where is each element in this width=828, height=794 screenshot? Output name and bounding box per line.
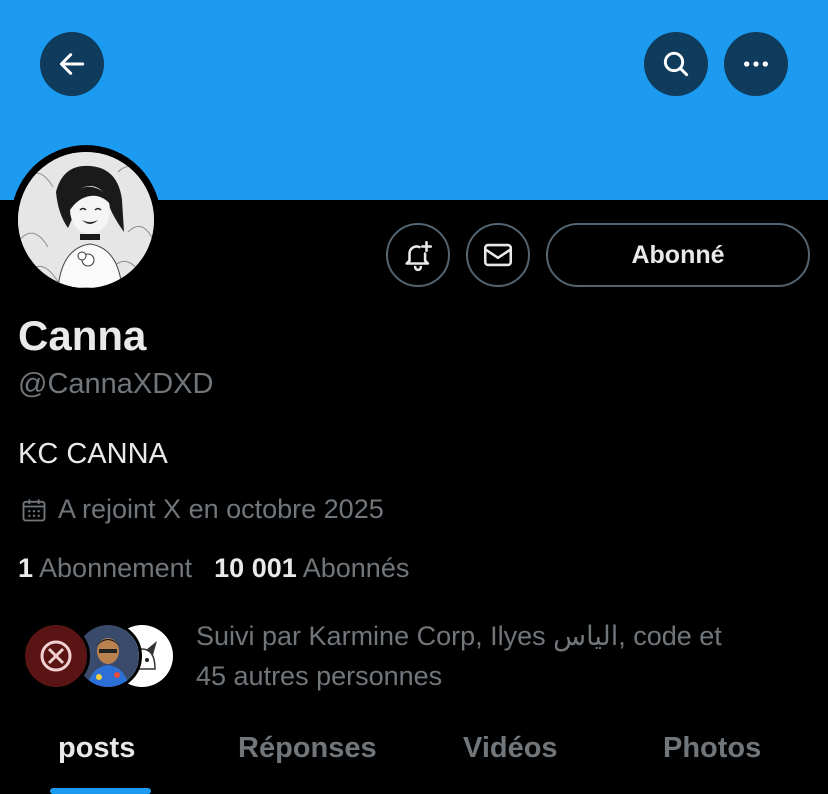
bell-plus-icon xyxy=(405,240,433,272)
followed-by-line-1: Suivi par Karmine Corp, Ilyes الياس, cod… xyxy=(196,621,722,651)
arrow-left-icon xyxy=(59,53,85,75)
followed-by-line-2: 45 autres personnes xyxy=(196,661,443,691)
search-button[interactable] xyxy=(644,32,708,96)
following-link[interactable]: 1 Abonnement xyxy=(18,553,192,584)
user-handle: @CannaXDXD xyxy=(18,368,214,400)
search-icon xyxy=(663,51,689,77)
calendar-icon xyxy=(22,499,46,521)
following-label: Abonnement xyxy=(39,553,193,583)
tab-videos[interactable]: Vidéos xyxy=(463,732,558,765)
tab-posts[interactable]: posts xyxy=(58,732,135,765)
back-button[interactable] xyxy=(40,32,104,96)
followers-label: Abonnés xyxy=(302,553,410,583)
mutual-followers-avatars[interactable] xyxy=(22,622,182,694)
tab-replies[interactable]: Réponses xyxy=(238,732,377,765)
more-options-button[interactable] xyxy=(724,32,788,96)
more-horizontal-icon xyxy=(744,61,768,67)
following-count: 1 xyxy=(18,553,34,583)
envelope-icon xyxy=(483,243,513,267)
profile-avatar[interactable] xyxy=(11,145,161,295)
active-tab-indicator xyxy=(50,788,151,794)
followed-by-text[interactable]: Suivi par Karmine Corp, Ilyes الياس, cod… xyxy=(196,616,796,696)
profile-tabs: posts Réponses Vidéos Photos xyxy=(0,720,828,794)
tab-photos[interactable]: Photos xyxy=(663,732,761,765)
join-date: A rejoint X en octobre 2025 xyxy=(20,494,384,525)
message-button[interactable] xyxy=(466,223,530,287)
display-name: Canna xyxy=(18,312,147,359)
followers-count: 10 001 xyxy=(214,553,297,583)
join-date-text: A rejoint X en octobre 2025 xyxy=(58,494,384,524)
avatar xyxy=(22,622,90,690)
karmine-corp-logo-icon xyxy=(25,625,87,687)
manga-avatar-image xyxy=(18,152,154,288)
profile-bio: KC CANNA xyxy=(18,438,168,470)
notifications-button[interactable] xyxy=(386,223,450,287)
following-button[interactable]: Abonné xyxy=(546,223,810,287)
follow-stats: 1 Abonnement 10 001 Abonnés xyxy=(18,553,409,584)
followers-link[interactable]: 10 001 Abonnés xyxy=(214,553,409,584)
